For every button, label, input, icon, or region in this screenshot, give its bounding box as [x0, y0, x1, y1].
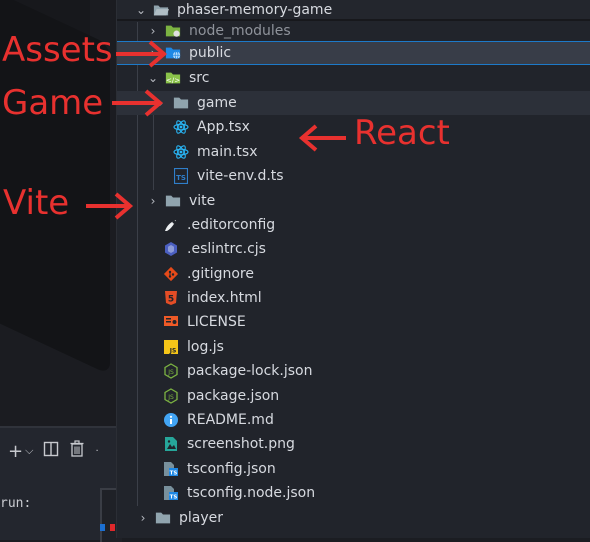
- svg-text:JS: JS: [169, 348, 177, 355]
- tree-item-label: public: [189, 45, 232, 61]
- tree-item-tsconfig-node[interactable]: TS tsconfig.node.json: [117, 481, 590, 505]
- tree-item-player[interactable]: › player: [117, 506, 590, 530]
- tree-item-label: main.tsx: [197, 144, 258, 160]
- tree-item-label: player: [179, 510, 224, 526]
- arrow-icon: [112, 89, 164, 117]
- arrow-icon: [298, 124, 346, 152]
- tree-item-label: src: [189, 70, 210, 86]
- trash-icon[interactable]: [69, 440, 85, 462]
- folder-open-icon: [153, 2, 169, 18]
- chevron-down-icon: ⌄: [147, 71, 159, 85]
- tree-item-tsconfig[interactable]: TS tsconfig.json: [117, 457, 590, 481]
- folder-icon: [173, 95, 189, 111]
- split-terminal-icon[interactable]: [43, 441, 59, 462]
- tree-item-label: vite: [189, 193, 216, 209]
- react-icon: [173, 119, 189, 135]
- node-folder-icon: [165, 23, 181, 39]
- tree-item-readme[interactable]: README.md: [117, 408, 590, 432]
- tree-item-label: README.md: [187, 412, 274, 428]
- tree-item-eslintrc[interactable]: .eslintrc.cjs: [117, 237, 590, 261]
- folder-icon: [165, 193, 181, 209]
- nodejs-icon: JS: [163, 388, 179, 404]
- tree-item-label: log.js: [187, 339, 224, 355]
- tree-item-label: screenshot.png: [187, 436, 295, 452]
- status-square-red: [110, 524, 115, 531]
- status-square-blue: [100, 524, 105, 531]
- tsconfig-icon: TS: [163, 461, 179, 477]
- chevron-right-icon: ›: [140, 511, 146, 525]
- tree-item-public[interactable]: › public: [117, 41, 590, 65]
- add-terminal-icon[interactable]: +: [8, 441, 23, 462]
- chevron-down-icon: ⌄: [135, 2, 147, 17]
- terminal-output: run:: [0, 496, 32, 511]
- eslint-icon: [163, 241, 179, 257]
- svg-text:JS: JS: [167, 394, 174, 401]
- terminal-panel: + ⌵ · run:: [0, 426, 122, 542]
- annotation-react: React: [354, 113, 450, 153]
- tree-item-label: App.tsx: [197, 119, 250, 135]
- svg-text:5: 5: [168, 295, 174, 305]
- tree-item-screenshot[interactable]: screenshot.png: [117, 432, 590, 456]
- git-icon: [163, 266, 179, 282]
- tree-item-label: vite-env.d.ts: [197, 168, 284, 184]
- tree-item-package-json[interactable]: JS package.json: [117, 384, 590, 408]
- svg-text:JS: JS: [167, 369, 174, 376]
- src-folder-icon: </>: [165, 70, 181, 86]
- tree-item-label: package.json: [187, 388, 280, 404]
- license-icon: [163, 314, 179, 330]
- tree-item-node-modules[interactable]: › node_modules: [117, 20, 590, 41]
- svg-text:</>: </>: [166, 75, 180, 84]
- tree-item-label: tsconfig.node.json: [187, 485, 316, 501]
- tsconfig-icon: TS: [163, 485, 179, 501]
- tree-item-label: .editorconfig: [187, 217, 276, 233]
- chevron-right-icon: ›: [150, 23, 156, 38]
- chevron-down-icon[interactable]: ⌵: [25, 444, 33, 458]
- tree-item-game[interactable]: › game: [117, 91, 590, 115]
- tree-item-label: LICENSE: [187, 314, 246, 330]
- info-icon: [163, 412, 179, 428]
- tree-item-label: tsconfig.json: [187, 461, 276, 477]
- svg-text:TS: TS: [170, 495, 178, 501]
- tree-item-label: node_modules: [189, 22, 291, 39]
- image-icon: [163, 436, 179, 452]
- tree-item-package-lock[interactable]: JS package-lock.json: [117, 359, 590, 383]
- tree-item-label: package-lock.json: [187, 363, 313, 379]
- svg-text:TS: TS: [170, 471, 178, 477]
- arrow-icon: [86, 192, 134, 220]
- svg-text:TS: TS: [176, 174, 186, 182]
- more-icon[interactable]: ·: [95, 446, 98, 457]
- file-explorer: ⌄ phaser-memory-game › node_modules › pu…: [116, 0, 590, 538]
- nodejs-icon: JS: [163, 363, 179, 379]
- react-icon: [173, 144, 189, 160]
- terminal-toolbar: + ⌵ ·: [8, 440, 99, 462]
- tree-item-gitignore[interactable]: .gitignore: [117, 262, 590, 286]
- tree-item-label: .eslintrc.cjs: [187, 241, 266, 257]
- annotation-assets: Assets: [2, 30, 113, 70]
- tree-item-license[interactable]: LICENSE: [117, 310, 590, 334]
- tree-item-src[interactable]: ⌄ </> src: [117, 66, 590, 90]
- tree-item-label: index.html: [187, 290, 262, 306]
- html5-icon: 5: [163, 290, 179, 306]
- editorconfig-icon: [163, 217, 179, 233]
- tree-item-editorconfig[interactable]: .editorconfig: [117, 213, 590, 237]
- tree-item-index-html[interactable]: 5 index.html: [117, 286, 590, 310]
- chevron-right-icon: ›: [150, 194, 156, 208]
- tree-item-vite[interactable]: › vite: [117, 189, 590, 213]
- folder-icon: [155, 510, 171, 526]
- annotation-vite: Vite: [3, 183, 70, 223]
- typescript-icon: TS: [173, 168, 189, 184]
- arrow-icon: [116, 40, 168, 68]
- tree-item-label: game: [197, 95, 237, 111]
- javascript-icon: JS: [163, 339, 179, 355]
- tree-item-vite-env[interactable]: TS vite-env.d.ts: [117, 164, 590, 188]
- tree-item-log-js[interactable]: JS log.js: [117, 335, 590, 359]
- tree-root[interactable]: ⌄ phaser-memory-game: [117, 0, 590, 21]
- annotation-game: Game: [2, 83, 104, 123]
- tree-root-label: phaser-memory-game: [177, 1, 333, 18]
- tree-item-label: .gitignore: [187, 266, 254, 282]
